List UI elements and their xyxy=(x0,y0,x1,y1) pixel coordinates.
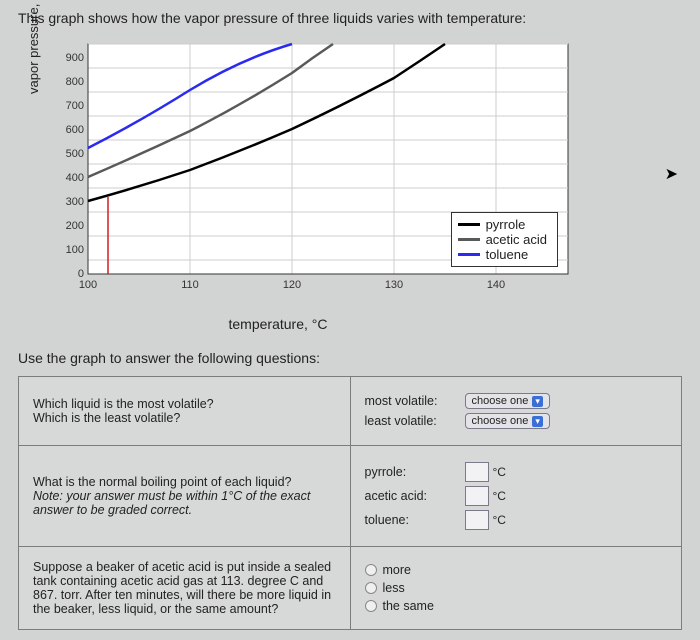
radio-less[interactable] xyxy=(365,582,377,594)
q2-label-acetic: acetic acid: xyxy=(365,489,465,503)
unit-label: °C xyxy=(493,489,506,503)
radio-same[interactable] xyxy=(365,600,377,612)
legend-label: acetic acid xyxy=(486,232,547,247)
x-axis-label: temperature, °C xyxy=(78,316,478,332)
chart-legend: pyrrole acetic acid toluene xyxy=(451,212,558,267)
q2-prompt-a: What is the normal boiling point of each… xyxy=(33,475,336,489)
input-bp-toluene[interactable] xyxy=(465,510,489,530)
input-bp-acetic[interactable] xyxy=(465,486,489,506)
svg-text:130: 130 xyxy=(385,279,403,291)
option-label: more xyxy=(383,563,411,577)
option-label: the same xyxy=(383,599,434,613)
q1-prompt-a: Which liquid is the most volatile? xyxy=(33,397,336,411)
svg-text:140: 140 xyxy=(487,279,505,291)
intro-text: This graph shows how the vapor pressure … xyxy=(18,10,682,26)
q1-label-least: least volatile: xyxy=(365,414,465,428)
question-table: Which liquid is the most volatile? Which… xyxy=(18,376,682,630)
q3-prompt: Suppose a beaker of acetic acid is put i… xyxy=(19,547,351,630)
chart-area: vapor pressure, torr xyxy=(48,34,608,314)
unit-label: °C xyxy=(493,465,506,479)
unit-label: °C xyxy=(493,513,506,527)
q2-label-toluene: toluene: xyxy=(365,513,465,527)
y-axis-label: vapor pressure, torr xyxy=(26,0,41,94)
svg-text:400: 400 xyxy=(66,172,84,184)
chevron-down-icon: ▾ xyxy=(532,396,543,407)
svg-text:300: 300 xyxy=(66,196,84,208)
q1-label-most: most volatile: xyxy=(365,394,465,408)
svg-text:500: 500 xyxy=(66,148,84,160)
svg-text:110: 110 xyxy=(181,279,199,291)
svg-text:200: 200 xyxy=(66,220,84,232)
svg-text:700: 700 xyxy=(66,100,84,112)
dropdown-most-volatile[interactable]: choose one▾ xyxy=(465,393,550,409)
option-label: less xyxy=(383,581,405,595)
svg-text:120: 120 xyxy=(283,279,301,291)
svg-text:900: 900 xyxy=(66,52,84,64)
legend-label: pyrrole xyxy=(486,217,526,232)
svg-text:100: 100 xyxy=(79,279,97,291)
input-bp-pyrrole[interactable] xyxy=(465,462,489,482)
q1-prompt-b: Which is the least volatile? xyxy=(33,411,336,425)
cursor-icon: ➤ xyxy=(665,164,678,184)
svg-text:600: 600 xyxy=(66,124,84,136)
q2-prompt-b: Note: your answer must be within 1°C of … xyxy=(33,489,336,517)
legend-label: toluene xyxy=(486,247,529,262)
svg-text:800: 800 xyxy=(66,76,84,88)
dropdown-least-volatile[interactable]: choose one▾ xyxy=(465,413,550,429)
svg-text:100: 100 xyxy=(66,244,84,256)
q2-label-pyrrole: pyrrole: xyxy=(365,465,465,479)
radio-more[interactable] xyxy=(365,564,377,576)
chevron-down-icon: ▾ xyxy=(532,416,543,427)
prompt-text: Use the graph to answer the following qu… xyxy=(18,350,682,366)
